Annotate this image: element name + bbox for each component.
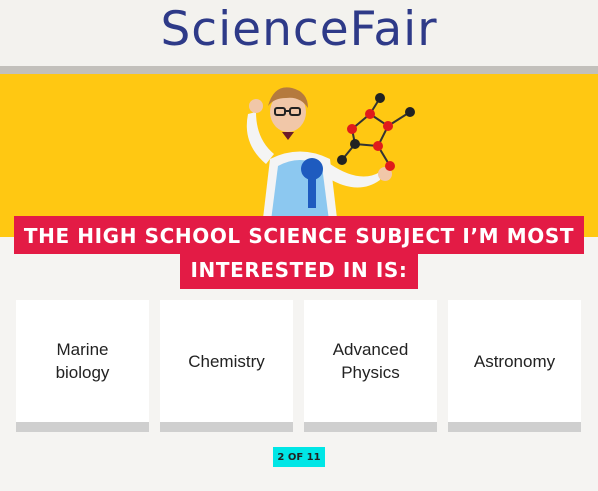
hero-sign-edge — [0, 66, 598, 74]
hero-image: ScienceFair — [0, 0, 598, 237]
answer-label: Marine biology — [55, 340, 110, 382]
answer-option-advanced-physics[interactable]: Advanced Physics — [304, 300, 437, 432]
question-title-line-2: INTERESTED IN IS: — [180, 252, 418, 289]
answer-label: Chemistry — [188, 351, 265, 371]
answer-option-chemistry[interactable]: Chemistry — [160, 300, 293, 432]
question-progress-badge: 2 OF 11 — [273, 447, 325, 467]
science-fair-sign: ScienceFair — [160, 2, 438, 57]
answer-label: Astronomy — [473, 351, 556, 371]
answer-option-astronomy[interactable]: Astronomy — [448, 300, 581, 432]
student-illustration — [246, 87, 415, 237]
answer-options: Marine biology Chemistry Advanced Physic… — [16, 300, 582, 434]
answer-label: Advanced Physics — [332, 340, 409, 382]
question-title: THE HIGH SCHOOL SCIENCE SUBJECT I’M MOST… — [0, 216, 598, 289]
answer-option-marine-biology[interactable]: Marine biology — [16, 300, 149, 432]
question-title-line-1: THE HIGH SCHOOL SCIENCE SUBJECT I’M MOST — [13, 216, 585, 254]
